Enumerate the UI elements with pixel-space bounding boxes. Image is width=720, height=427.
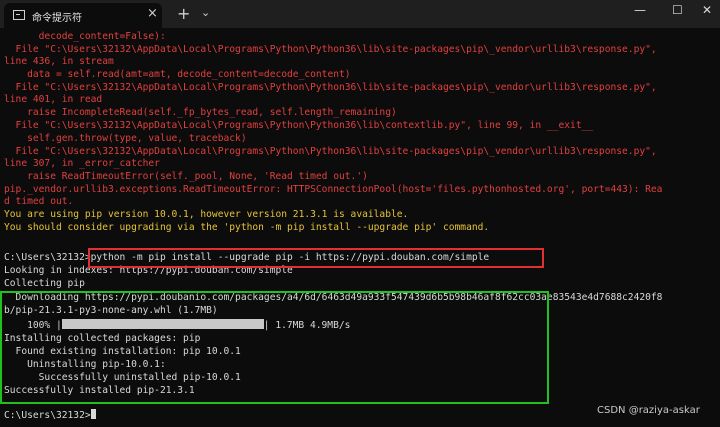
command-highlight-box <box>88 248 544 268</box>
prompt: C:\Users\32132> <box>4 252 91 263</box>
final-prompt-line[interactable]: C:\Users\32132> <box>4 409 96 421</box>
maximize-button[interactable]: ☐ <box>672 3 683 17</box>
error-line: line 436, in stream <box>4 56 114 67</box>
chevron-down-icon[interactable]: ⌄ <box>201 6 210 19</box>
error-line: File "C:\Users\32132\AppData\Local\Progr… <box>4 82 657 93</box>
watermark: CSDN @raziya-askar <box>597 405 700 416</box>
error-line: raise ReadTimeoutError(self._pool, None,… <box>4 171 368 182</box>
error-line: File "C:\Users\32132\AppData\Local\Progr… <box>4 146 657 157</box>
close-tab-icon[interactable]: × <box>147 6 158 21</box>
terminal-window: 命令提示符 × + ⌄ — ☐ ✕ decode_content=False):… <box>0 0 720 427</box>
title-bar: 命令提示符 × + ⌄ — ☐ ✕ <box>0 0 720 28</box>
error-line: line 401, in read <box>4 94 103 105</box>
error-line: line 307, in _error_catcher <box>4 158 160 169</box>
error-line: pip._vendor.urllib3.exceptions.ReadTimeo… <box>4 184 663 195</box>
error-line: decode_content=False): <box>4 31 166 42</box>
error-line: self.gen.throw(type, value, traceback) <box>4 133 247 144</box>
error-line: File "C:\Users\32132\AppData\Local\Progr… <box>4 44 657 55</box>
minimize-button[interactable]: — <box>634 3 646 17</box>
close-window-button[interactable]: ✕ <box>702 3 712 17</box>
tab-title: 命令提示符 <box>32 13 82 24</box>
result-highlight-box <box>0 291 549 404</box>
text-cursor <box>90 409 96 419</box>
output-line: Collecting pip <box>4 278 85 289</box>
error-line: File "C:\Users\32132\AppData\Local\Progr… <box>4 120 594 131</box>
warning-line: You are using pip version 10.0.1, howeve… <box>4 209 409 220</box>
error-line: data = self.read(amt=amt, decode_content… <box>4 69 351 80</box>
terminal-icon <box>13 10 25 20</box>
error-line: raise IncompleteRead(self._fp_bytes_read… <box>4 107 397 118</box>
error-line: d timed out. <box>4 196 74 207</box>
warning-line: You should consider upgrading via the 'p… <box>4 222 490 233</box>
tab-command-prompt[interactable]: 命令提示符 × <box>4 3 162 28</box>
new-tab-button[interactable]: + <box>177 4 190 23</box>
prompt: C:\Users\32132> <box>4 410 91 421</box>
